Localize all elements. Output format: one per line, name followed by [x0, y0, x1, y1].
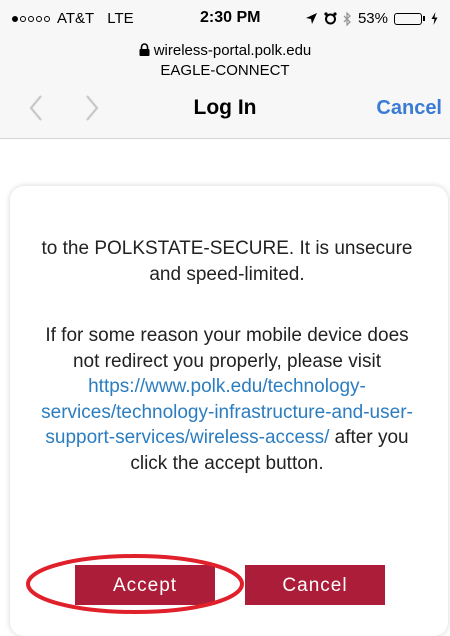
page-url: wireless-portal.polk.edu: [153, 42, 312, 59]
nav-cancel-button[interactable]: Cancel: [376, 97, 442, 120]
url-bar[interactable]: wireless-portal.polk.edu: [0, 42, 450, 59]
lock-icon: [139, 42, 154, 59]
browser-header: AT&T LTE 2:30 PM 53% wireless-portal.pol…: [0, 0, 450, 139]
status-bar: AT&T LTE 2:30 PM 53%: [0, 8, 450, 30]
redirect-instructions: If for some reason your mobile device do…: [40, 323, 414, 476]
signal-strength-icon: [12, 15, 50, 22]
accept-button[interactable]: Accept: [75, 565, 215, 605]
battery-percent: 53%: [357, 10, 388, 27]
alarm-clock-icon: [324, 12, 337, 25]
network-notice-text: to the POLKSTATE-SECURE. It is unsecure …: [41, 238, 413, 285]
status-right: 53%: [305, 10, 438, 27]
battery-icon: [394, 12, 425, 25]
carrier-name: AT&T: [57, 10, 95, 27]
charging-icon: [431, 12, 438, 25]
cancel-button[interactable]: Cancel: [245, 565, 385, 605]
bluetooth-icon: [343, 11, 352, 26]
site-name: EAGLE-CONNECT: [160, 62, 290, 79]
network-type: LTE: [107, 10, 134, 27]
location-arrow-icon: [305, 12, 318, 25]
portal-card: to the POLKSTATE-SECURE. It is unsecure …: [10, 186, 448, 636]
status-left: AT&T LTE: [12, 10, 134, 27]
status-time: 2:30 PM: [200, 9, 261, 26]
redirect-text-before: If for some reason your mobile device do…: [45, 325, 409, 372]
